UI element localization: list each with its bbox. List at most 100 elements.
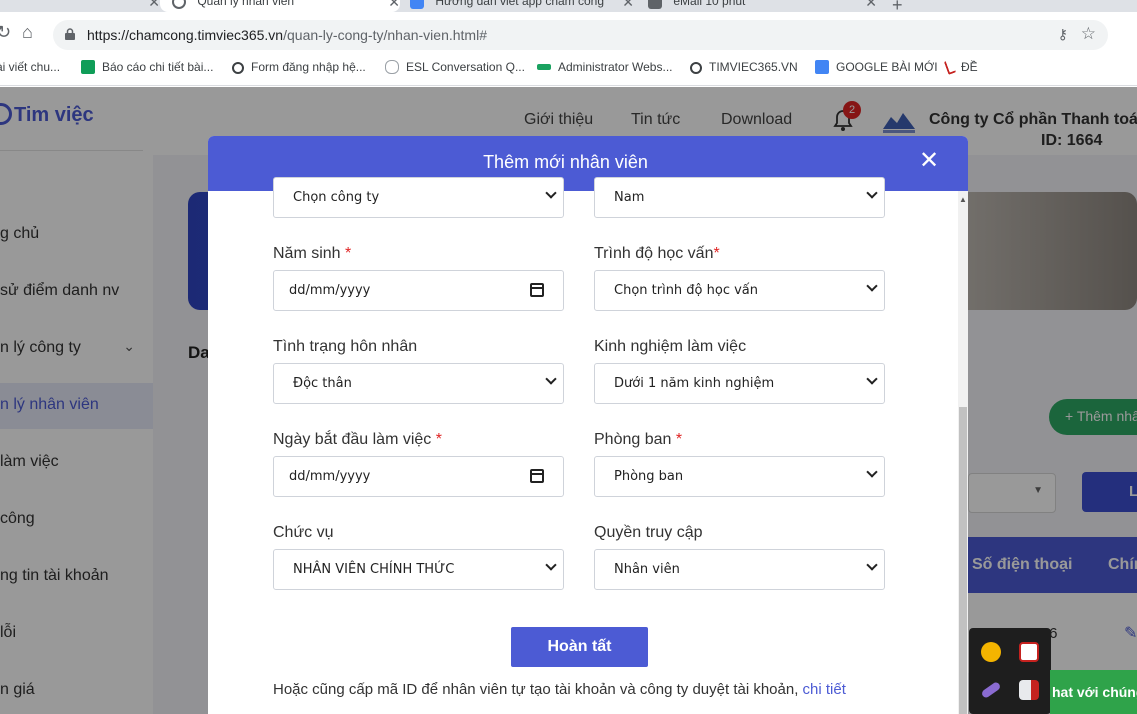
browser-tab[interactable]: Hướng dẫn viết app chấm công ✕	[404, 0, 634, 12]
reload-icon[interactable]: ↻	[0, 22, 11, 43]
bookmark-item[interactable]: TIMVIEC365.VN	[690, 60, 798, 74]
url-path: /quan-ly-cong-ty/nhan-vien.html#	[283, 27, 487, 43]
required-mark: *	[713, 245, 720, 262]
select-value: Độc thân	[293, 376, 352, 391]
label-text: Phòng ban	[594, 431, 672, 448]
birth-date-input[interactable]: dd/mm/yyyy	[273, 270, 564, 311]
bookmarks-bar: ài viết chu... Báo cáo chi tiết bài... F…	[0, 58, 1137, 86]
select-value: Nam	[614, 190, 645, 205]
close-tab-icon[interactable]: ✕	[622, 0, 634, 11]
chat-button[interactable]: hat với chúng	[1050, 670, 1137, 714]
access-rights-label: Quyền truy cập	[594, 524, 703, 541]
gender-select[interactable]: Nam	[594, 177, 885, 218]
education-select[interactable]: Chọn trình độ học vấn	[594, 270, 885, 311]
bookmark-item[interactable]: Form đăng nhập hệ...	[232, 60, 366, 74]
admin-icon	[537, 64, 551, 70]
bookmark-item[interactable]: Báo cáo chi tiết bài...	[81, 60, 213, 74]
bookmark-label: TIMVIEC365.VN	[709, 60, 798, 74]
date-placeholder: dd/mm/yyyy	[289, 469, 371, 484]
chat-bubble-icon	[385, 60, 399, 74]
url-text: https://chamcong.timviec365.vn/quan-ly-c…	[87, 27, 487, 43]
select-value: Chọn trình độ học vấn	[614, 283, 759, 298]
browser-tab[interactable]: ✕	[0, 0, 160, 12]
select-value: Chọn công ty	[293, 190, 380, 205]
start-date-label: Ngày bắt đầu làm việc *	[273, 431, 442, 449]
footer-note-text: Hoặc cũng cấp mã ID để nhân viên tự tạo …	[273, 681, 803, 698]
sheets-icon	[81, 60, 95, 74]
marital-status-select[interactable]: Độc thân	[273, 363, 564, 404]
bookmark-item[interactable]: ĐỀ	[943, 59, 978, 75]
position-select[interactable]: NHÂN VIÊN CHÍNH THỨC	[273, 549, 564, 590]
globe-icon	[172, 0, 186, 9]
department-label: Phòng ban *	[594, 431, 682, 449]
submit-button[interactable]: Hoàn tất	[511, 627, 648, 667]
home-icon[interactable]: ⌂	[22, 22, 33, 43]
vivaldi-icon[interactable]	[1019, 642, 1039, 662]
browser-tab-active[interactable]: Quản lý nhân viên ✕	[160, 0, 400, 12]
docs-icon	[410, 0, 424, 9]
department-select[interactable]: Phòng ban	[594, 456, 885, 497]
label-text: Trình độ học vấn	[594, 245, 714, 262]
access-rights-select[interactable]: Nhân viên	[594, 549, 885, 590]
scrollbar-thumb[interactable]	[959, 407, 967, 714]
globe-icon	[690, 62, 702, 74]
key-icon[interactable]: ⚷	[1058, 26, 1068, 43]
chevron-down-icon	[866, 466, 878, 478]
close-tab-icon[interactable]: ✕	[388, 0, 400, 11]
globe-icon	[232, 62, 244, 74]
new-tab-button[interactable]: +	[892, 0, 903, 12]
bookmark-item[interactable]: GOOGLE BÀI MỚI	[815, 60, 938, 74]
required-mark: *	[675, 431, 683, 448]
floating-tool-panel	[969, 628, 1051, 714]
close-icon[interactable]: ✕	[916, 148, 942, 174]
close-tab-icon[interactable]: ✕	[865, 0, 877, 11]
start-date-input[interactable]: dd/mm/yyyy	[273, 456, 564, 497]
mail-icon	[648, 0, 662, 9]
bookmark-item[interactable]: ESL Conversation Q...	[385, 60, 525, 74]
select-value: NHÂN VIÊN CHÍNH THỨC	[293, 562, 455, 577]
bookmark-label: ESL Conversation Q...	[406, 60, 525, 74]
marital-status-label: Tình trạng hôn nhân	[273, 338, 418, 355]
modal-scrollbar[interactable]: ▲	[958, 191, 968, 714]
browser-tab[interactable]: eMail 10 phút ✕	[642, 0, 877, 12]
chevron-down-icon	[866, 280, 878, 292]
feather-icon[interactable]	[980, 680, 1002, 700]
chevron-down-icon	[866, 559, 878, 571]
address-bar: ↻ ⌂ https://chamcong.timviec365.vn/quan-…	[0, 12, 1137, 58]
scroll-up-arrow-icon[interactable]: ▲	[959, 195, 967, 204]
label-text: Năm sinh	[273, 245, 341, 262]
experience-label: Kinh nghiệm làm việc	[594, 338, 747, 355]
bookmark-label: Báo cáo chi tiết bài...	[102, 60, 214, 74]
bookmark-item[interactable]: ài viết chu...	[0, 60, 60, 74]
bookmark-item[interactable]: Administrator Webs...	[537, 60, 672, 74]
bookmark-label: ĐỀ	[961, 60, 978, 74]
add-employee-modal: Thêm mới nhân viên ✕ Chọn công ty Nam Nă…	[208, 136, 968, 714]
browser-tab-strip: ✕ Quản lý nhân viên ✕ Hướng dẫn viết app…	[0, 0, 1137, 12]
bookmark-star-icon[interactable]: ☆	[1081, 24, 1096, 44]
extension-icon[interactable]	[981, 642, 1001, 662]
docs-icon	[815, 60, 829, 74]
select-value: Dưới 1 năm kinh nghiệm	[614, 376, 775, 391]
tab-title: Hướng dẫn viết app chấm công	[435, 0, 605, 8]
date-placeholder: dd/mm/yyyy	[289, 283, 371, 298]
chevron-down-icon	[545, 187, 557, 199]
calendar-icon[interactable]	[530, 469, 544, 483]
position-label: Chức vụ	[273, 524, 334, 541]
birth-year-label: Năm sinh *	[273, 245, 351, 263]
select-value: Phòng ban	[614, 469, 684, 484]
select-value: Nhân viên	[614, 562, 680, 577]
url-input[interactable]: https://chamcong.timviec365.vn/quan-ly-c…	[53, 20, 1108, 50]
footer-note: Hoặc cũng cấp mã ID để nhân viên tự tạo …	[273, 681, 846, 698]
details-link[interactable]: chi tiết	[803, 681, 846, 698]
experience-select[interactable]: Dưới 1 năm kinh nghiệm	[594, 363, 885, 404]
chevron-down-icon	[866, 373, 878, 385]
eraser-icon[interactable]	[1019, 680, 1039, 700]
calendar-icon[interactable]	[530, 283, 544, 297]
education-label: Trình độ học vấn*	[594, 245, 720, 263]
label-text: Ngày bắt đầu làm việc	[273, 431, 432, 448]
company-select[interactable]: Chọn công ty	[273, 177, 564, 218]
chevron-down-icon	[866, 187, 878, 199]
lock-icon	[65, 28, 75, 40]
modal-body: Chọn công ty Nam Năm sinh * dd/mm/yyyy T…	[208, 177, 968, 714]
close-tab-icon[interactable]: ✕	[148, 0, 160, 11]
